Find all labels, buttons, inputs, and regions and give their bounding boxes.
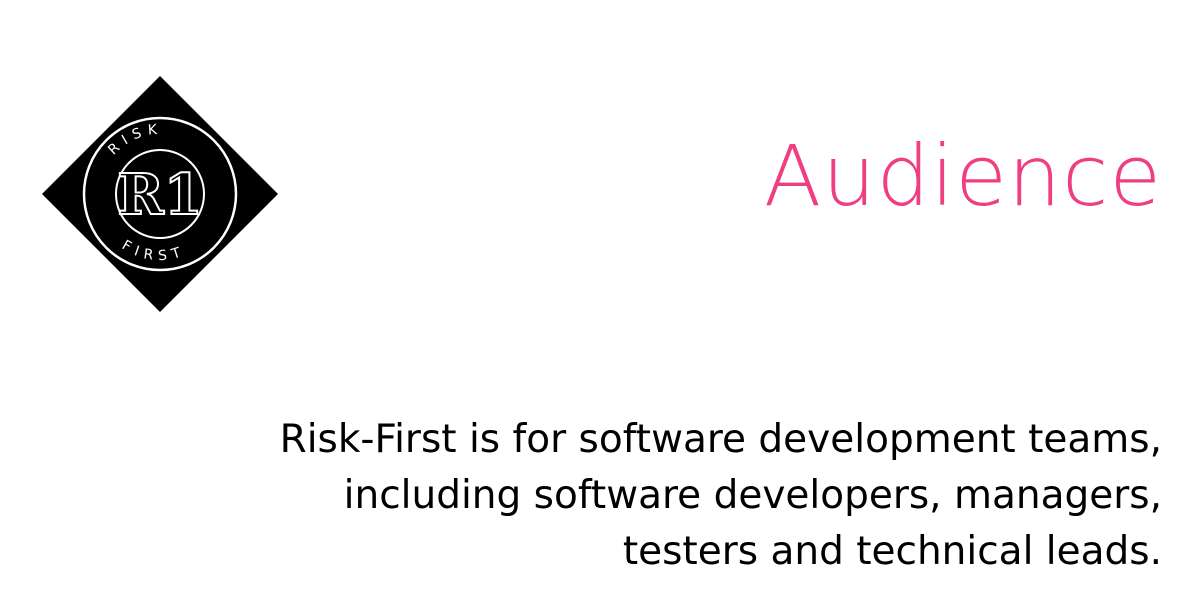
risk-first-logo: RISK FIRST R1: [40, 74, 280, 314]
risk-first-logo-mark: RISK FIRST R1: [42, 76, 278, 312]
logo-monogram: R1: [117, 162, 203, 228]
audience-description: Risk-First is for software development t…: [279, 417, 1162, 574]
page-title: Audience: [763, 127, 1162, 225]
